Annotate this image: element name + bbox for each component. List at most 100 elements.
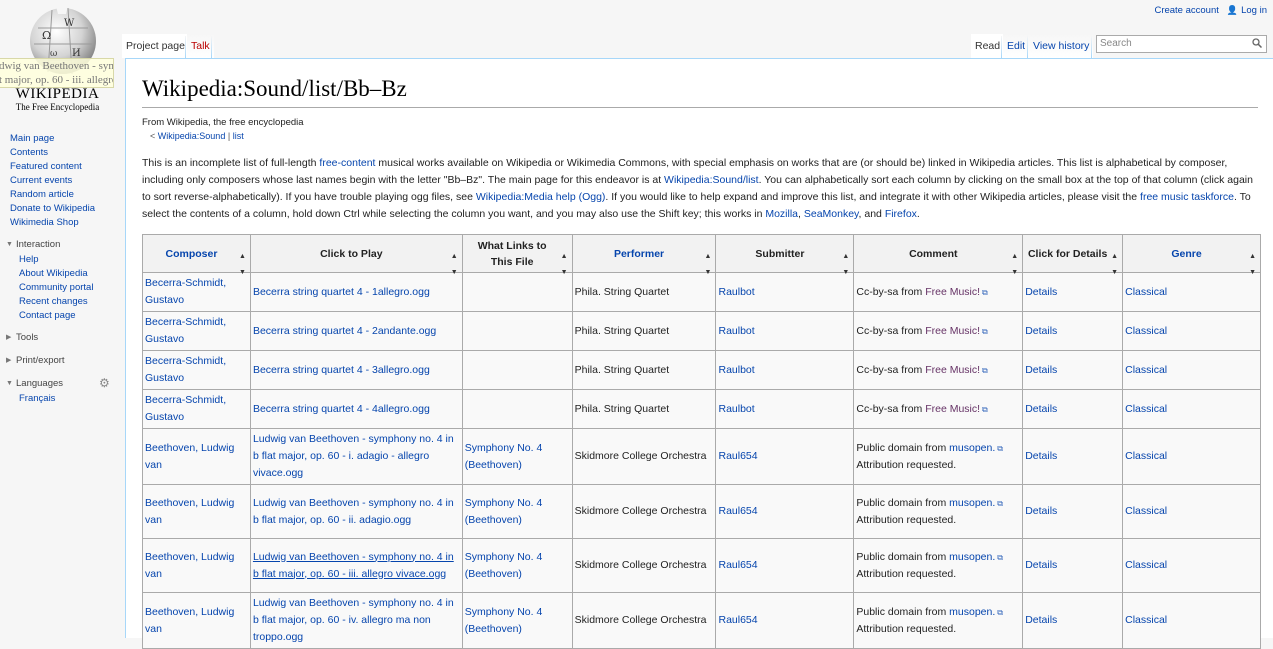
sidebar-item-wikimedia-shop[interactable]: Wikimedia Shop bbox=[0, 216, 125, 230]
composer-link[interactable]: Beethoven, Ludwig van bbox=[145, 497, 234, 526]
tab-talk[interactable]: Talk bbox=[187, 34, 214, 58]
comment-source-link[interactable]: Free Music! bbox=[925, 286, 980, 298]
submitter-link[interactable]: Raulbot bbox=[718, 403, 754, 415]
genre-link[interactable]: Classical bbox=[1125, 286, 1167, 298]
firefox-link[interactable]: Firefox bbox=[885, 208, 917, 220]
details-link[interactable]: Details bbox=[1025, 325, 1057, 337]
seamonkey-link[interactable]: SeaMonkey bbox=[804, 208, 859, 220]
login-link[interactable]: Log in bbox=[1241, 5, 1267, 16]
column-header-click-to-play[interactable]: Click to Play ▲ ▼ bbox=[249, 234, 463, 276]
audio-file-link[interactable]: Ludwig van Beethoven - symphony no. 4 in… bbox=[253, 497, 454, 526]
composer-link[interactable]: Becerra-Schmidt, Gustavo bbox=[145, 277, 226, 306]
details-link[interactable]: Details bbox=[1025, 403, 1057, 415]
sidebar-item-featured-content[interactable]: Featured content bbox=[0, 160, 125, 174]
column-header-details[interactable]: Click for Details ▲ ▼ bbox=[1022, 234, 1124, 276]
column-header-submitter[interactable]: Submitter ▲ ▼ bbox=[715, 234, 855, 276]
details-link[interactable]: Details bbox=[1025, 505, 1057, 517]
composer-link[interactable]: Beethoven, Ludwig van bbox=[145, 606, 234, 635]
comment-source-link[interactable]: musopen. bbox=[949, 497, 995, 509]
comment-source-link[interactable]: musopen. bbox=[949, 606, 995, 618]
linked-article-link[interactable]: Symphony No. 4 (Beethoven) bbox=[465, 606, 543, 635]
audio-file-link[interactable]: Becerra string quartet 4 - 4allegro.ogg bbox=[253, 403, 430, 415]
comment-source-link[interactable]: Free Music! bbox=[925, 364, 980, 376]
genre-link[interactable]: Classical bbox=[1125, 325, 1167, 337]
create-account-link[interactable]: Create account bbox=[1154, 5, 1218, 16]
submitter-link[interactable]: Raul654 bbox=[718, 450, 757, 462]
column-header-composer[interactable]: Composer ▲ ▼ bbox=[142, 234, 251, 276]
linked-article-link[interactable]: Symphony No. 4 (Beethoven) bbox=[465, 551, 543, 580]
details-link[interactable]: Details bbox=[1025, 450, 1057, 462]
free-content-link[interactable]: free-content bbox=[319, 157, 375, 169]
mozilla-link[interactable]: Mozilla bbox=[765, 208, 798, 220]
column-header-comment[interactable]: Comment ▲ ▼ bbox=[853, 234, 1024, 276]
sidebar-item-contents[interactable]: Contents bbox=[0, 146, 125, 160]
column-header-genre[interactable]: Genre ▲ ▼ bbox=[1122, 234, 1261, 276]
sort-icon[interactable]: ▲ ▼ bbox=[239, 249, 246, 281]
sort-icon[interactable]: ▲ ▼ bbox=[842, 249, 849, 281]
tab-view-history[interactable]: View history bbox=[1029, 34, 1094, 58]
composer-link[interactable]: Beethoven, Ludwig van bbox=[145, 442, 234, 471]
sidebar-item-main-page[interactable]: Main page bbox=[0, 132, 125, 146]
submitter-link[interactable]: Raulbot bbox=[718, 286, 754, 298]
column-header-performer[interactable]: Performer ▲ ▼ bbox=[571, 234, 717, 276]
submitter-link[interactable]: Raul654 bbox=[718, 614, 757, 626]
details-link[interactable]: Details bbox=[1025, 559, 1057, 571]
column-header-label[interactable]: Composer bbox=[166, 248, 218, 260]
comment-source-link[interactable]: Free Music! bbox=[925, 325, 980, 337]
audio-file-link[interactable]: Ludwig van Beethoven - symphony no. 4 in… bbox=[253, 551, 454, 580]
sort-icon[interactable]: ▲ ▼ bbox=[561, 249, 568, 281]
wikipedia-logo[interactable]: Ω W И ω WIKIPEDIA The Free Encyclopedia … bbox=[0, 0, 120, 120]
sort-icon[interactable]: ▲ ▼ bbox=[451, 249, 458, 281]
genre-link[interactable]: Classical bbox=[1125, 559, 1167, 571]
genre-link[interactable]: Classical bbox=[1125, 450, 1167, 462]
audio-file-link[interactable]: Becerra string quartet 4 - 1allegro.ogg bbox=[253, 286, 430, 298]
sort-icon[interactable]: ▲ ▼ bbox=[1111, 249, 1118, 281]
genre-link[interactable]: Classical bbox=[1125, 505, 1167, 517]
breadcrumb-link-list[interactable]: list bbox=[233, 131, 244, 141]
sidebar-item-help[interactable]: Help bbox=[0, 253, 125, 267]
audio-file-link[interactable]: Becerra string quartet 4 - 2andante.ogg bbox=[253, 325, 436, 337]
audio-file-link[interactable]: Ludwig van Beethoven - symphony no. 4 in… bbox=[253, 597, 454, 643]
details-link[interactable]: Details bbox=[1025, 364, 1057, 376]
search-icon[interactable] bbox=[1252, 38, 1262, 48]
column-header-what-links[interactable]: What Links to This File ▲ ▼ bbox=[461, 234, 573, 276]
sidebar-item-language-francais[interactable]: Français bbox=[0, 392, 125, 406]
genre-link[interactable]: Classical bbox=[1125, 614, 1167, 626]
sort-icon[interactable]: ▲ ▼ bbox=[1011, 249, 1018, 281]
sidebar-item-random-article[interactable]: Random article bbox=[0, 188, 125, 202]
sidebar-item-community-portal[interactable]: Community portal bbox=[0, 281, 125, 295]
composer-link[interactable]: Becerra-Schmidt, Gustavo bbox=[145, 316, 226, 345]
sidebar-item-donate[interactable]: Donate to Wikipedia bbox=[0, 202, 125, 216]
column-header-label[interactable]: Genre bbox=[1171, 248, 1201, 260]
sort-icon[interactable]: ▲ ▼ bbox=[705, 249, 712, 281]
sound-list-link[interactable]: Wikipedia:Sound/list bbox=[664, 174, 759, 186]
composer-link[interactable]: Becerra-Schmidt, Gustavo bbox=[145, 394, 226, 423]
tab-project-page[interactable]: Project page bbox=[122, 34, 189, 58]
linked-article-link[interactable]: Symphony No. 4 (Beethoven) bbox=[465, 442, 543, 471]
linked-article-link[interactable]: Symphony No. 4 (Beethoven) bbox=[465, 497, 543, 526]
submitter-link[interactable]: Raulbot bbox=[718, 325, 754, 337]
search-input[interactable]: Search bbox=[1096, 35, 1267, 53]
audio-file-link[interactable]: Ludwig van Beethoven - symphony no. 4 in… bbox=[253, 433, 454, 479]
sidebar-item-contact-page[interactable]: Contact page bbox=[0, 309, 125, 323]
sort-icon[interactable]: ▲ ▼ bbox=[1249, 249, 1256, 281]
genre-link[interactable]: Classical bbox=[1125, 364, 1167, 376]
genre-link[interactable]: Classical bbox=[1125, 403, 1167, 415]
tab-edit[interactable]: Edit bbox=[1003, 34, 1030, 58]
column-header-label[interactable]: Performer bbox=[614, 248, 664, 260]
details-link[interactable]: Details bbox=[1025, 286, 1057, 298]
submitter-link[interactable]: Raulbot bbox=[718, 364, 754, 376]
tab-read[interactable]: Read bbox=[971, 34, 1005, 58]
submitter-link[interactable]: Raul654 bbox=[718, 559, 757, 571]
comment-source-link[interactable]: musopen. bbox=[949, 551, 995, 563]
sidebar-item-about[interactable]: About Wikipedia bbox=[0, 267, 125, 281]
sidebar-item-current-events[interactable]: Current events bbox=[0, 174, 125, 188]
details-link[interactable]: Details bbox=[1025, 614, 1057, 626]
audio-file-link[interactable]: Becerra string quartet 4 - 3allegro.ogg bbox=[253, 364, 430, 376]
composer-link[interactable]: Becerra-Schmidt, Gustavo bbox=[145, 355, 226, 384]
composer-link[interactable]: Beethoven, Ludwig van bbox=[145, 551, 234, 580]
media-help-link[interactable]: Wikipedia:Media help (Ogg) bbox=[476, 191, 606, 203]
gear-icon[interactable]: ⚙ bbox=[99, 376, 110, 390]
sidebar-heading-tools[interactable]: ▶ Tools bbox=[0, 330, 125, 346]
comment-source-link[interactable]: musopen. bbox=[949, 442, 995, 454]
